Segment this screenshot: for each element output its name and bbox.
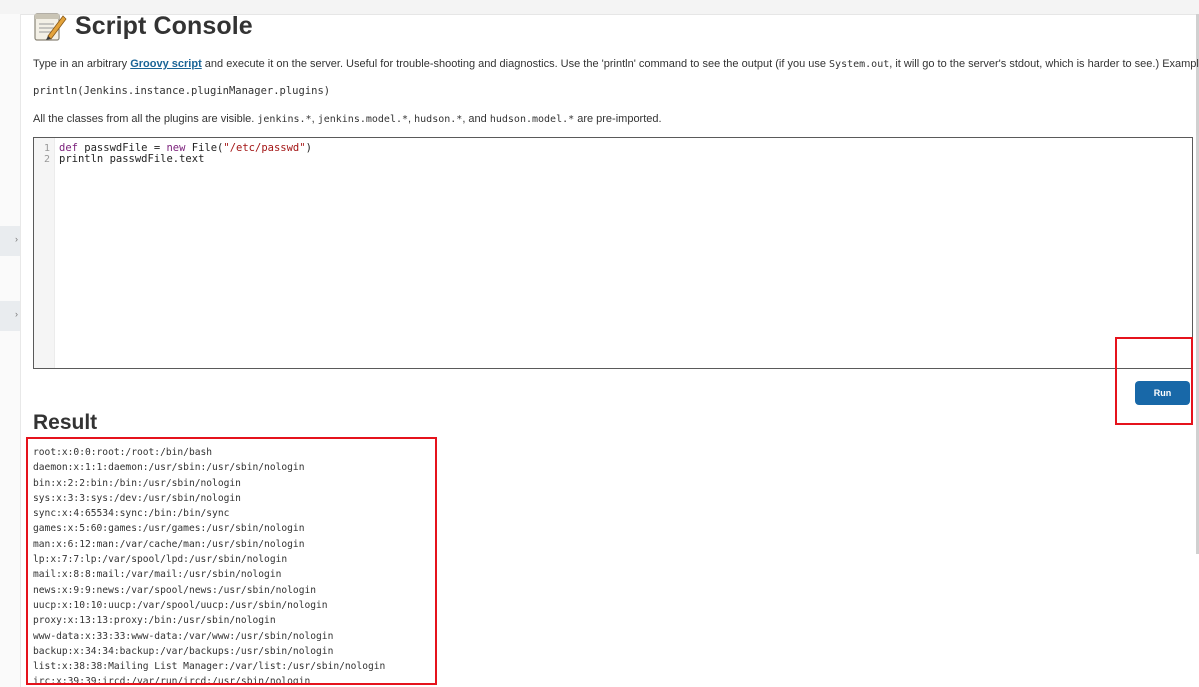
result-line: lp:x:7:7:lp:/var/spool/lpd:/usr/sbin/nol…: [33, 554, 288, 566]
result-line: mail:x:8:8:mail:/var/mail:/usr/sbin/nolo…: [33, 569, 282, 581]
result-line: games:x:5:60:games:/usr/games:/usr/sbin/…: [33, 523, 305, 535]
result-line: daemon:x:1:1:daemon:/usr/sbin:/usr/sbin/…: [33, 462, 305, 474]
imports-note: All the classes from all the plugins are…: [33, 113, 662, 125]
result-line: news:x:9:9:news:/var/spool/news:/usr/sbi…: [33, 584, 317, 596]
result-line: backup:x:34:34:backup:/var/backups:/usr/…: [33, 645, 334, 657]
run-button[interactable]: Run: [1135, 381, 1190, 405]
side-panel-tab[interactable]: ›: [0, 226, 20, 256]
example-code: println(Jenkins.instance.pluginManager.p…: [33, 85, 331, 97]
code-line: println passwdFile.text: [59, 153, 205, 165]
side-panel-tab[interactable]: ›: [0, 301, 20, 331]
system-out-code: System.out: [829, 59, 890, 70]
result-line: sys:x:3:3:sys:/dev:/usr/sbin/nologin: [33, 492, 241, 504]
code-area[interactable]: def passwdFile = new File("/etc/passwd")…: [59, 143, 312, 165]
line-number: 1: [43, 143, 50, 154]
description-text: Type in an arbitrary Groovy script and e…: [33, 58, 1199, 70]
notepad-icon: [34, 13, 67, 41]
result-line: uucp:x:10:10:uucp:/var/spool/uucp:/usr/s…: [33, 599, 328, 611]
result-lines: root:x:0:0:root:/root:/bin/bash daemon:x:…: [33, 445, 386, 685]
line-number: 2: [43, 154, 50, 165]
result-output: root:x:0:0:root:/root:/bin/bash daemon:x:…: [26, 437, 437, 685]
result-line: proxy:x:13:13:proxy:/bin:/usr/sbin/nolog…: [33, 615, 276, 627]
result-line: irc:x:39:39:ircd:/var/run/ircd:/usr/sbin…: [33, 676, 311, 685]
line-number-gutter: 1 2: [34, 138, 55, 368]
chevron-right-icon: ›: [15, 234, 18, 244]
script-editor[interactable]: 1 2 def passwdFile = new File("/etc/pass…: [33, 137, 1193, 369]
result-line: bin:x:2:2:bin:/bin:/usr/sbin/nologin: [33, 477, 241, 489]
chevron-right-icon: ›: [15, 309, 18, 319]
result-line: www-data:x:33:33:www-data:/var/www:/usr/…: [33, 630, 334, 642]
page-header: Script Console: [33, 6, 253, 46]
result-line: sync:x:4:65534:sync:/bin:/bin/sync: [33, 508, 230, 520]
result-title: Result: [33, 411, 98, 434]
side-panel: › ›: [0, 14, 21, 687]
groovy-script-link[interactable]: Groovy script: [130, 58, 202, 70]
result-line: man:x:6:12:man:/var/cache/man:/usr/sbin/…: [33, 538, 305, 550]
result-line: list:x:38:38:Mailing List Manager:/var/l…: [33, 661, 386, 673]
page-title: Script Console: [75, 11, 253, 40]
result-line: root:x:0:0:root:/root:/bin/bash: [33, 447, 213, 458]
